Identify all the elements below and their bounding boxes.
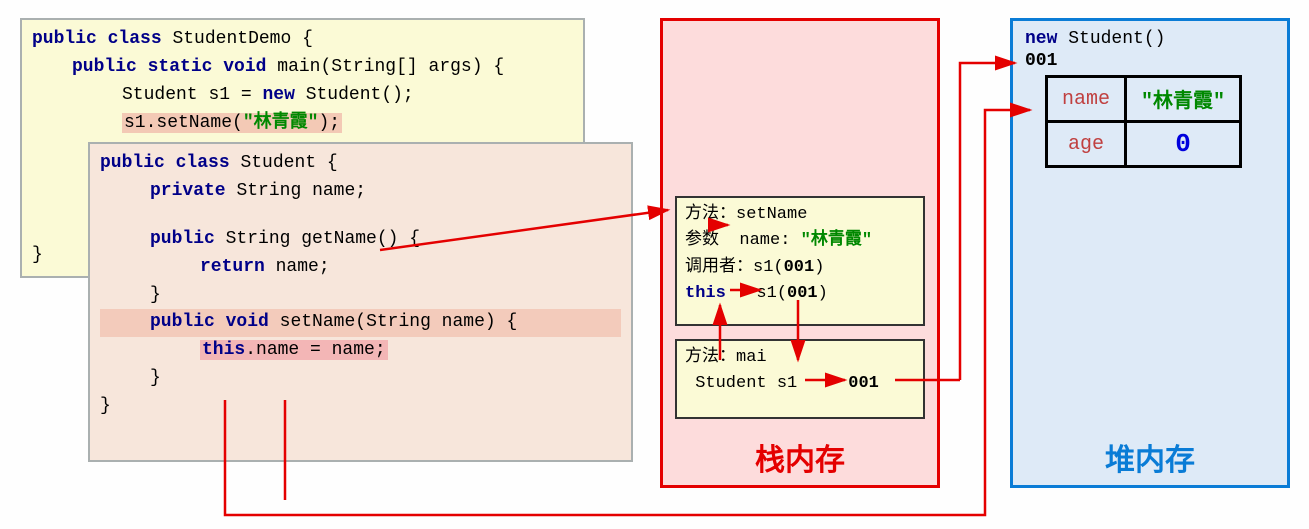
frame-line: 方法：mai: [685, 345, 915, 371]
heap-header: new Student(): [1025, 29, 1275, 49]
class-name: StudentDemo: [172, 29, 291, 49]
code-panel-student: public class Student { private String na…: [88, 142, 633, 462]
frame-line: 参数 name: "林青霞": [685, 228, 915, 254]
object-table: name "林青霞" age 0: [1045, 75, 1242, 168]
code-line-highlight: s1.setName("林青霞");: [32, 110, 573, 138]
brace: }: [100, 365, 621, 393]
kw-public: public: [72, 57, 137, 77]
code-line: public class Student {: [100, 150, 621, 178]
frame-line: 调用者：s1(001): [685, 255, 915, 281]
frame-line: Student s1 001: [685, 371, 915, 397]
string-literal: "林青霞": [243, 113, 319, 133]
ctor: Student();: [306, 85, 414, 105]
code-line: public static void main(String[] args) {: [32, 54, 573, 82]
method-name: main: [277, 57, 320, 77]
kw-new: new: [262, 85, 294, 105]
code-line-highlight: this.name = name;: [100, 337, 621, 365]
frame-line: 方法：setName: [685, 202, 915, 228]
field-name: name: [1047, 77, 1126, 122]
stack-frame-setname: 方法：setName 参数 name: "林青霞" 调用者：s1(001) th…: [675, 196, 925, 326]
heap-label: 堆内存: [1013, 435, 1287, 479]
field-value: "林青霞": [1126, 77, 1241, 122]
kw-public: public: [32, 29, 97, 49]
stack-memory-box: 方法：setName 参数 name: "林青霞" 调用者：s1(001) th…: [660, 18, 940, 488]
field-value: 0: [1126, 122, 1241, 167]
brace: }: [32, 242, 43, 270]
stack-frame-main: 方法：mai Student s1 001: [675, 339, 925, 419]
code-line: Student s1 = new Student();: [32, 82, 573, 110]
kw-static: static: [148, 57, 213, 77]
kw-class: class: [108, 29, 162, 49]
var: s1: [208, 85, 230, 105]
brace: {: [302, 29, 313, 49]
kw-void: void: [223, 57, 266, 77]
heap-memory-box: new Student() 001 name "林青霞" age 0 堆内存: [1010, 18, 1290, 488]
type: Student: [122, 85, 198, 105]
heap-address: 001: [1025, 51, 1275, 71]
code-line-highlight: public void setName(String name) {: [100, 309, 621, 337]
brace: }: [100, 282, 621, 310]
field-name: age: [1047, 122, 1126, 167]
code-line: public String getName() {: [100, 226, 621, 254]
brace: }: [100, 393, 621, 421]
code-line: private String name;: [100, 178, 621, 206]
code-line: public class StudentDemo {: [32, 26, 573, 54]
code-line: return name;: [100, 254, 621, 282]
frame-line: this s1(001): [685, 281, 915, 307]
stack-label: 栈内存: [663, 435, 937, 479]
